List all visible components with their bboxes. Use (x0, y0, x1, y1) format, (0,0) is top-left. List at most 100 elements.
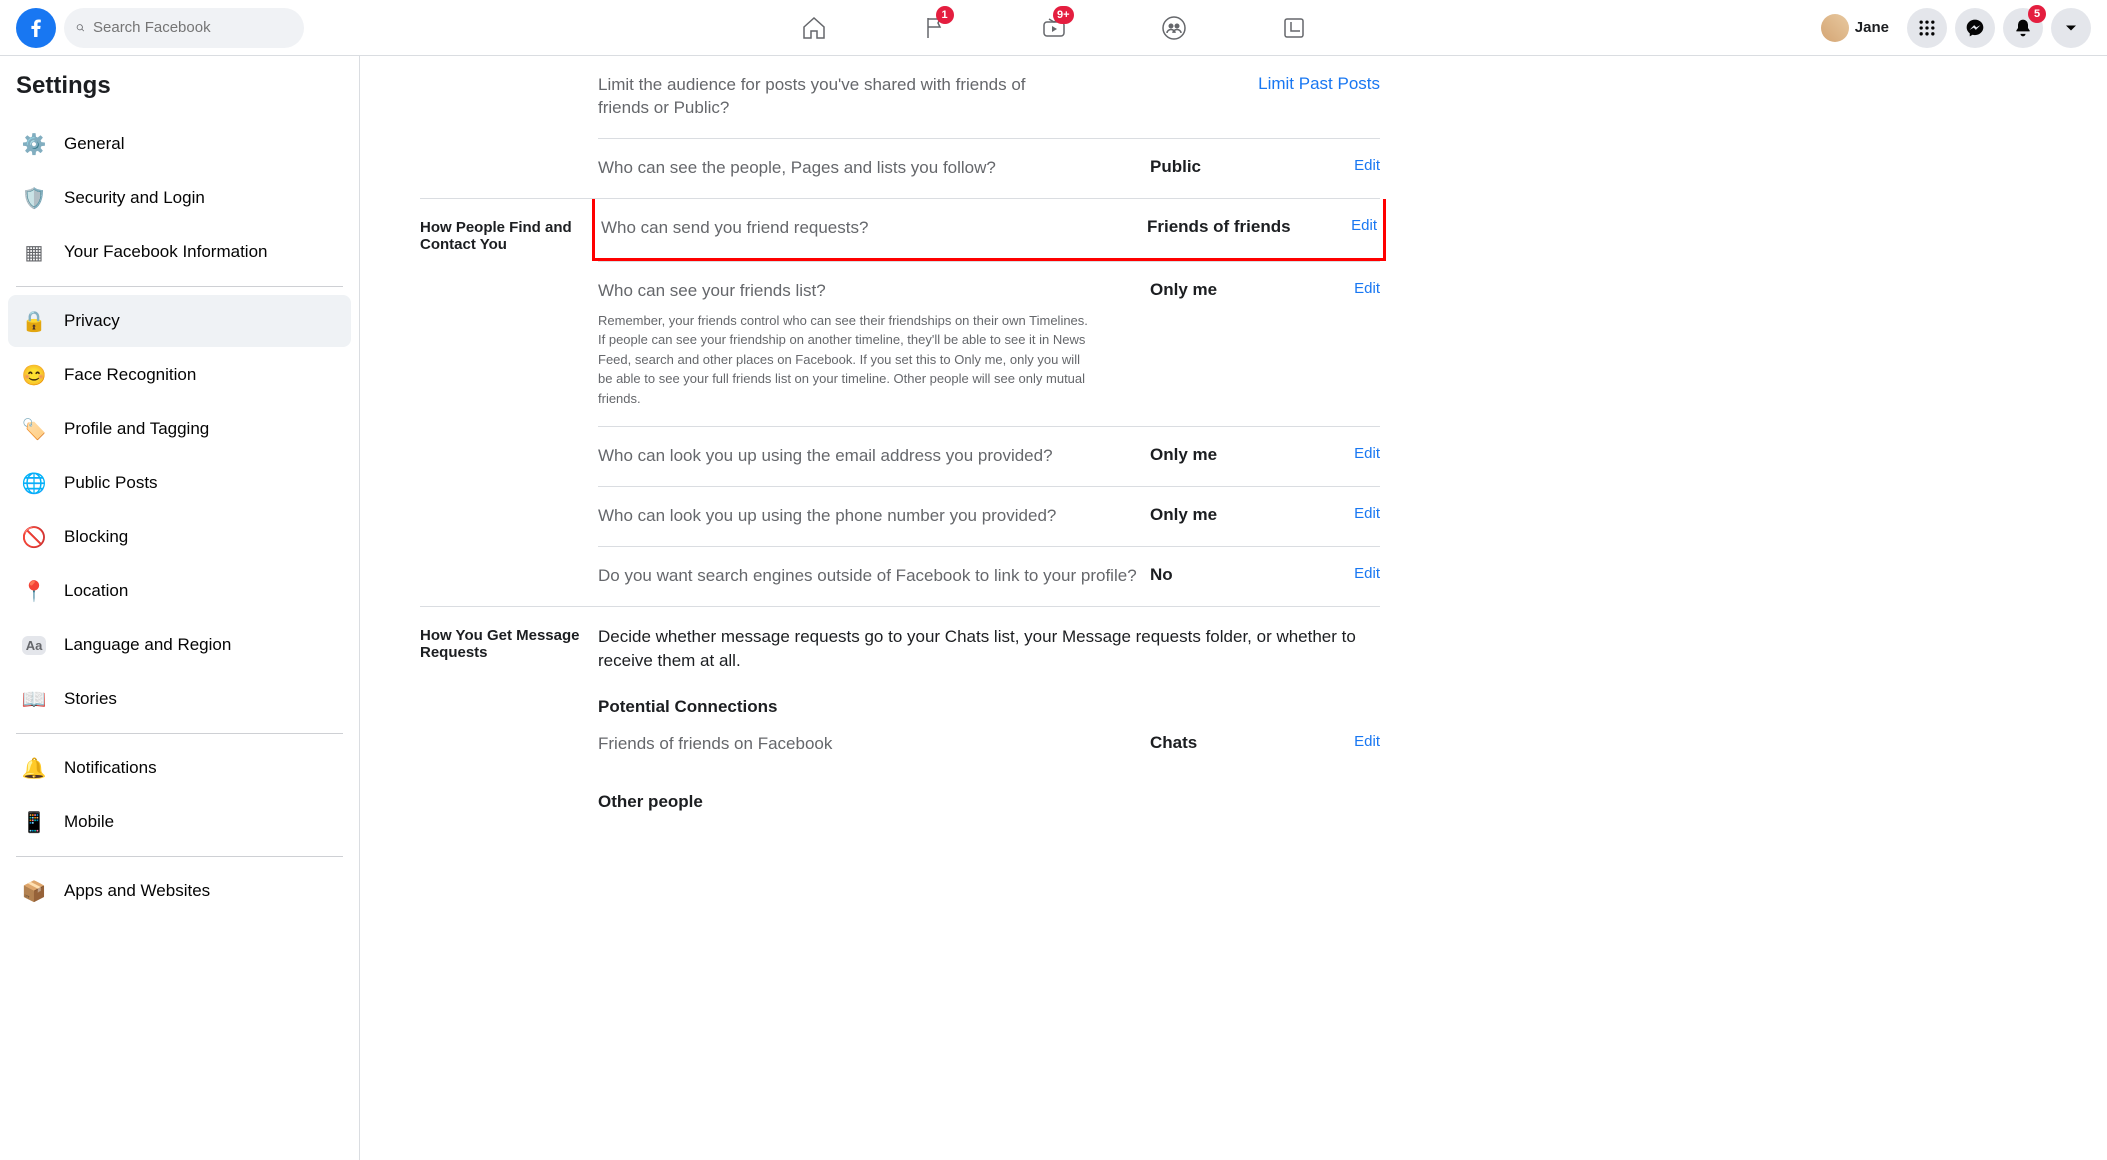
edit-link[interactable]: Edit (1354, 157, 1380, 174)
divider (16, 733, 343, 734)
sidebar-item-label: Profile and Tagging (64, 419, 209, 439)
edit-link[interactable]: Edit (1354, 280, 1380, 297)
messenger-button[interactable] (1955, 8, 1995, 48)
nav-pages[interactable]: 1 (878, 0, 990, 56)
nav-home[interactable] (758, 0, 870, 56)
watch-badge: 9+ (1053, 6, 1074, 24)
sidebar-item-stories[interactable]: 📖 Stories (8, 673, 351, 725)
limit-past-posts-link[interactable]: Limit Past Posts (1258, 74, 1380, 93)
settings-content: Limit the audience for posts you've shar… (360, 56, 1400, 1160)
sidebar-item-face-recognition[interactable]: 😊 Face Recognition (8, 349, 351, 401)
sidebar-item-notifications[interactable]: 🔔 Notifications (8, 742, 351, 794)
search-box[interactable] (64, 8, 304, 48)
grid-icon (1917, 18, 1937, 38)
sidebar-item-privacy[interactable]: 🔒 Privacy (8, 295, 351, 347)
sidebar-item-your-info[interactable]: ▦ Your Facebook Information (8, 226, 351, 278)
face-icon: 😊 (16, 357, 52, 393)
sidebar-item-label: Privacy (64, 311, 120, 331)
sidebar-item-label: Blocking (64, 527, 128, 547)
nav-gaming[interactable] (1238, 0, 1350, 56)
edit-link[interactable]: Edit (1354, 445, 1380, 462)
section-header: How People Find and Contact You (420, 199, 598, 606)
facebook-logo[interactable] (16, 8, 56, 48)
notifications-button[interactable]: 5 (2003, 8, 2043, 48)
row-label: Friends of friends on Facebook (598, 733, 1140, 756)
edit-link[interactable]: Edit (1351, 217, 1377, 234)
menu-button[interactable] (1907, 8, 1947, 48)
nav-watch[interactable]: 9+ (998, 0, 1110, 56)
section-description: Decide whether message requests go to yo… (598, 607, 1380, 679)
sidebar-item-label: Apps and Websites (64, 881, 210, 901)
book-icon: 📖 (16, 681, 52, 717)
sidebar-item-location[interactable]: 📍 Location (8, 565, 351, 617)
edit-link[interactable]: Edit (1354, 505, 1380, 522)
nav-center: 1 9+ (758, 0, 1350, 56)
gear-icon: ⚙️ (16, 126, 52, 162)
setting-row-limit-past: Limit the audience for posts you've shar… (598, 56, 1380, 138)
home-icon (800, 14, 828, 42)
edit-link[interactable]: Edit (1354, 565, 1380, 582)
sidebar-item-apps[interactable]: 📦 Apps and Websites (8, 865, 351, 917)
row-label: Limit the audience for posts you've shar… (598, 74, 1060, 120)
top-bar: 1 9+ Jane 5 (0, 0, 2107, 56)
pages-badge: 1 (936, 6, 954, 24)
profile-chip[interactable]: Jane (1811, 10, 1899, 46)
sidebar-item-blocking[interactable]: 🚫 Blocking (8, 511, 351, 563)
messenger-icon (1965, 18, 1985, 38)
edit-link[interactable]: Edit (1354, 733, 1380, 750)
row-value: Friends of friends (1137, 217, 1317, 237)
sidebar-item-label: Security and Login (64, 188, 205, 208)
sidebar-item-label: Language and Region (64, 635, 231, 655)
row-value: Only me (1140, 505, 1320, 525)
setting-row-search-engines: Do you want search engines outside of Fa… (598, 546, 1380, 606)
row-action: Edit (1320, 157, 1380, 175)
chevron-down-icon (2061, 18, 2081, 38)
block-icon: 🚫 (16, 519, 52, 555)
language-icon: Aa (16, 627, 52, 663)
sidebar-item-profile-tagging[interactable]: 🏷️ Profile and Tagging (8, 403, 351, 455)
row-value: Public (1140, 157, 1320, 177)
search-icon (76, 20, 85, 36)
sidebar-item-label: Your Facebook Information (64, 242, 268, 262)
nav-groups[interactable] (1118, 0, 1230, 56)
section-header (420, 56, 598, 198)
sidebar-item-label: Stories (64, 689, 117, 709)
bell-icon: 🔔 (16, 750, 52, 786)
setting-row-fof-messages: Friends of friends on Facebook Chats Edi… (598, 725, 1380, 774)
section-message-requests: How You Get Message Requests Decide whet… (420, 607, 1380, 820)
section-find-contact: How People Find and Contact You Who can … (420, 199, 1380, 607)
divider (16, 856, 343, 857)
row-label: Who can see the people, Pages and lists … (598, 157, 1140, 180)
pin-icon: 📍 (16, 573, 52, 609)
section-activity: Limit the audience for posts you've shar… (420, 56, 1380, 199)
row-action: Edit (1317, 217, 1377, 235)
row-value: Chats (1140, 733, 1320, 753)
section-header: How You Get Message Requests (420, 607, 598, 820)
sidebar-item-label: General (64, 134, 124, 154)
avatar (1821, 14, 1849, 42)
row-value: Only me (1140, 280, 1320, 300)
sidebar-item-label: Location (64, 581, 128, 601)
sidebar-item-mobile[interactable]: 📱 Mobile (8, 796, 351, 848)
account-dropdown-button[interactable] (2051, 8, 2091, 48)
tag-icon: 🏷️ (16, 411, 52, 447)
search-input[interactable] (93, 19, 292, 36)
globe-icon: 🌐 (16, 465, 52, 501)
sidebar-item-public-posts[interactable]: 🌐 Public Posts (8, 457, 351, 509)
row-label: Who can send you friend requests? (601, 217, 1137, 240)
sidebar-item-security[interactable]: 🛡️ Security and Login (8, 172, 351, 224)
profile-name: Jane (1855, 19, 1889, 36)
sidebar-item-label: Notifications (64, 758, 157, 778)
row-value: Only me (1140, 445, 1320, 465)
phone-icon: 📱 (16, 804, 52, 840)
row-label: Who can look you up using the email addr… (598, 445, 1140, 468)
sidebar-item-general[interactable]: ⚙️ General (8, 118, 351, 170)
divider (16, 286, 343, 287)
setting-row-follow: Who can see the people, Pages and lists … (598, 138, 1380, 198)
sidebar-item-label: Public Posts (64, 473, 158, 493)
row-label: Do you want search engines outside of Fa… (598, 565, 1140, 588)
lock-icon: 🔒 (16, 303, 52, 339)
setting-row-friends-list: Who can see your friends list? Remember,… (598, 261, 1380, 426)
sidebar-item-language[interactable]: Aa Language and Region (8, 619, 351, 671)
nav-right: Jane 5 (1811, 8, 2091, 48)
